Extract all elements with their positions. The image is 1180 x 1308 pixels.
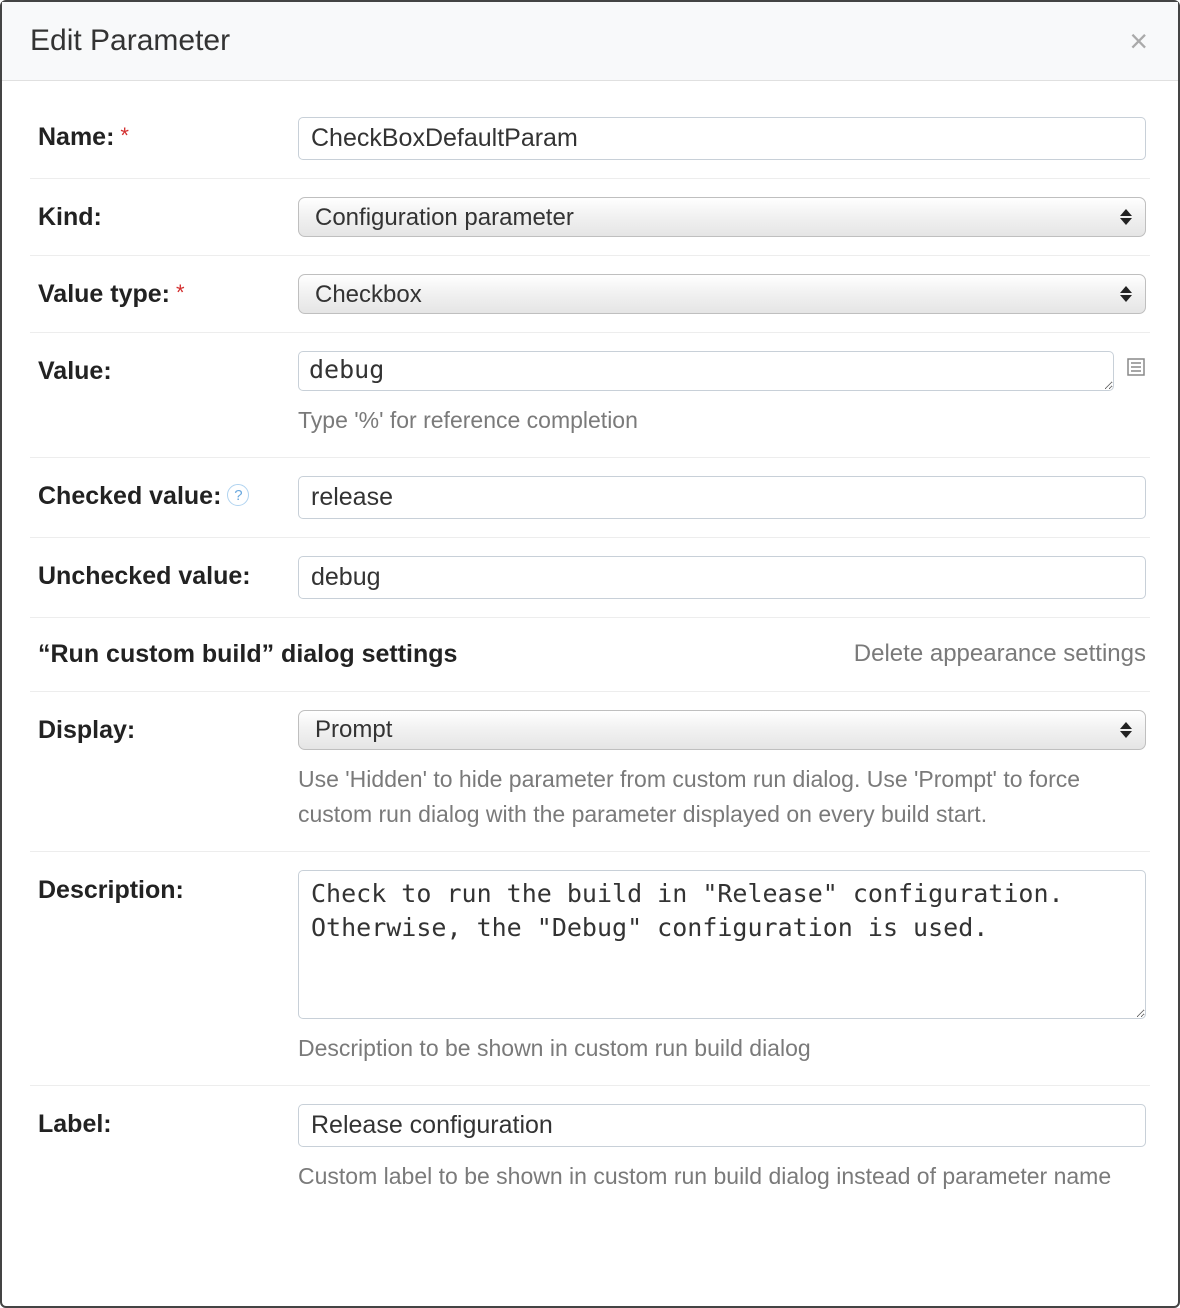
kind-select[interactable]: Configuration parameter <box>298 197 1146 237</box>
field-row-display: Display: Prompt Use 'Hidden' to hide par… <box>30 692 1150 852</box>
unchecked-value-input[interactable] <box>298 556 1146 599</box>
description-input[interactable] <box>298 870 1146 1019</box>
value-input[interactable] <box>298 351 1114 391</box>
name-label: Name: * <box>38 117 298 152</box>
label-label: Label: <box>38 1104 298 1139</box>
help-icon[interactable]: ? <box>227 484 249 506</box>
dialog-body: Name: * Kind: Configuration parameter <box>2 81 1178 1212</box>
checked-value-label-text: Checked value: <box>38 482 221 511</box>
description-hint: Description to be shown in custom run bu… <box>298 1031 1146 1067</box>
unchecked-value-label: Unchecked value: <box>38 556 298 591</box>
close-icon[interactable]: × <box>1125 25 1152 57</box>
expand-editor-icon[interactable] <box>1126 357 1146 377</box>
required-asterisk-icon: * <box>176 280 185 306</box>
display-label: Display: <box>38 710 298 745</box>
label-hint: Custom label to be shown in custom run b… <box>298 1159 1146 1195</box>
value-label: Value: <box>38 351 298 386</box>
field-row-label: Label: Custom label to be shown in custo… <box>30 1086 1150 1213</box>
value-hint: Type '%' for reference completion <box>298 403 1146 439</box>
display-hint: Use 'Hidden' to hide parameter from cust… <box>298 762 1146 833</box>
section-title: “Run custom build” dialog settings <box>38 640 457 669</box>
value-type-label: Value type: * <box>38 274 298 309</box>
field-row-value-type: Value type: * Checkbox <box>30 256 1150 333</box>
checked-value-label: Checked value: ? <box>38 476 298 511</box>
label-input[interactable] <box>298 1104 1146 1147</box>
name-label-text: Name: <box>38 123 114 152</box>
required-asterisk-icon: * <box>120 123 129 149</box>
display-select[interactable]: Prompt <box>298 710 1146 750</box>
field-row-kind: Kind: Configuration parameter <box>30 179 1150 256</box>
field-row-name: Name: * <box>30 99 1150 179</box>
delete-appearance-settings-link[interactable]: Delete appearance settings <box>854 640 1146 668</box>
dialog-title: Edit Parameter <box>30 24 230 58</box>
value-type-select[interactable]: Checkbox <box>298 274 1146 314</box>
dialog-header: Edit Parameter × <box>2 2 1178 81</box>
field-row-checked-value: Checked value: ? <box>30 458 1150 538</box>
description-label: Description: <box>38 870 298 905</box>
field-row-value: Value: Type '%' for reference completion <box>30 333 1150 458</box>
kind-label: Kind: <box>38 197 298 232</box>
value-type-label-text: Value type: <box>38 280 170 309</box>
field-row-unchecked-value: Unchecked value: <box>30 538 1150 618</box>
name-input[interactable] <box>298 117 1146 160</box>
field-row-description: Description: Description to be shown in … <box>30 852 1150 1086</box>
edit-parameter-dialog: Edit Parameter × Name: * Kind: Configura… <box>0 0 1180 1308</box>
checked-value-input[interactable] <box>298 476 1146 519</box>
section-run-custom-build: “Run custom build” dialog settings Delet… <box>30 618 1150 692</box>
